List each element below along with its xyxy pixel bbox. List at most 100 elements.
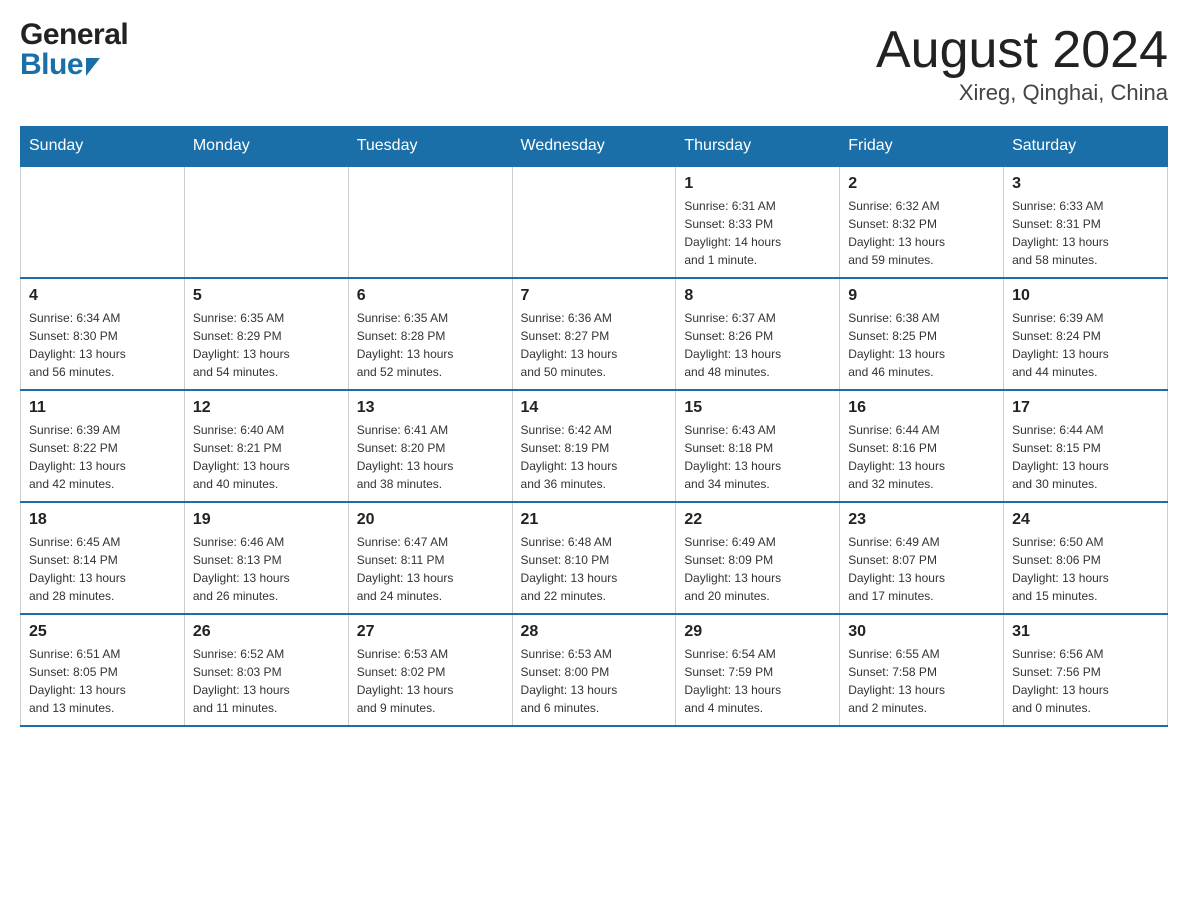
page-header: General Blue August 2024 Xireg, Qinghai,…: [20, 20, 1168, 106]
calendar-day-cell: 30 Sunrise: 6:55 AM Sunset: 7:58 PM Dayli…: [840, 614, 1004, 726]
calendar-day-cell: 13 Sunrise: 6:41 AM Sunset: 8:20 PM Dayli…: [348, 390, 512, 502]
day-info: Sunrise: 6:48 AM Sunset: 8:10 PM Dayligh…: [521, 533, 668, 605]
calendar-day-cell: 6 Sunrise: 6:35 AM Sunset: 8:28 PM Daylig…: [348, 278, 512, 390]
calendar-day-cell: 31 Sunrise: 6:56 AM Sunset: 7:56 PM Dayli…: [1004, 614, 1168, 726]
calendar-day-cell: 15Sunrise: 6:43 AM Sunset: 8:18 PM Dayli…: [676, 390, 840, 502]
weekday-header: Tuesday: [348, 127, 512, 167]
calendar-week-row: 4 Sunrise: 6:34 AM Sunset: 8:30 PM Daylig…: [21, 278, 1168, 390]
day-info: Sunrise: 6:31 AM Sunset: 8:33 PM Dayligh…: [684, 197, 831, 269]
calendar-week-row: 25 Sunrise: 6:51 AM Sunset: 8:05 PM Dayli…: [21, 614, 1168, 726]
day-info: Sunrise: 6:37 AM Sunset: 8:26 PM Dayligh…: [684, 309, 831, 381]
calendar-day-cell: 20Sunrise: 6:47 AM Sunset: 8:11 PM Dayli…: [348, 502, 512, 614]
weekday-header: Thursday: [676, 127, 840, 167]
calendar-day-cell: 8 Sunrise: 6:37 AM Sunset: 8:26 PM Daylig…: [676, 278, 840, 390]
day-number: 16: [848, 399, 995, 417]
day-info: Sunrise: 6:34 AM Sunset: 8:30 PM Dayligh…: [29, 309, 176, 381]
day-number: 2: [848, 175, 995, 193]
day-info: Sunrise: 6:55 AM Sunset: 7:58 PM Dayligh…: [848, 645, 995, 717]
day-info: Sunrise: 6:42 AM Sunset: 8:19 PM Dayligh…: [521, 421, 668, 493]
day-number: 14: [521, 399, 668, 417]
day-number: 26: [193, 623, 340, 641]
calendar-day-cell: 21Sunrise: 6:48 AM Sunset: 8:10 PM Dayli…: [512, 502, 676, 614]
day-number: 9: [848, 287, 995, 305]
day-number: 10: [1012, 287, 1159, 305]
calendar-day-cell: 23 Sunrise: 6:49 AM Sunset: 8:07 PM Dayli…: [840, 502, 1004, 614]
day-info: Sunrise: 6:39 AM Sunset: 8:24 PM Dayligh…: [1012, 309, 1159, 381]
calendar-day-cell: 14 Sunrise: 6:42 AM Sunset: 8:19 PM Dayli…: [512, 390, 676, 502]
day-info: Sunrise: 6:39 AM Sunset: 8:22 PM Dayligh…: [29, 421, 176, 493]
calendar-day-cell: 19 Sunrise: 6:46 AM Sunset: 8:13 PM Dayli…: [184, 502, 348, 614]
weekday-header: Saturday: [1004, 127, 1168, 167]
day-info: Sunrise: 6:56 AM Sunset: 7:56 PM Dayligh…: [1012, 645, 1159, 717]
day-number: 19: [193, 511, 340, 529]
calendar-day-cell: 7Sunrise: 6:36 AM Sunset: 8:27 PM Daylig…: [512, 278, 676, 390]
calendar-day-cell: [21, 166, 185, 278]
day-info: Sunrise: 6:53 AM Sunset: 8:00 PM Dayligh…: [521, 645, 668, 717]
day-number: 31: [1012, 623, 1159, 641]
day-number: 11: [29, 399, 176, 417]
day-info: Sunrise: 6:44 AM Sunset: 8:16 PM Dayligh…: [848, 421, 995, 493]
calendar-day-cell: 10 Sunrise: 6:39 AM Sunset: 8:24 PM Dayli…: [1004, 278, 1168, 390]
day-number: 1: [684, 175, 831, 193]
day-info: Sunrise: 6:41 AM Sunset: 8:20 PM Dayligh…: [357, 421, 504, 493]
day-number: 23: [848, 511, 995, 529]
day-info: Sunrise: 6:49 AM Sunset: 8:09 PM Dayligh…: [684, 533, 831, 605]
day-info: Sunrise: 6:51 AM Sunset: 8:05 PM Dayligh…: [29, 645, 176, 717]
calendar-day-cell: 18 Sunrise: 6:45 AM Sunset: 8:14 PM Dayli…: [21, 502, 185, 614]
day-info: Sunrise: 6:46 AM Sunset: 8:13 PM Dayligh…: [193, 533, 340, 605]
day-number: 13: [357, 399, 504, 417]
day-number: 27: [357, 623, 504, 641]
calendar-day-cell: 28 Sunrise: 6:53 AM Sunset: 8:00 PM Dayli…: [512, 614, 676, 726]
day-number: 29: [684, 623, 831, 641]
calendar-day-cell: 5Sunrise: 6:35 AM Sunset: 8:29 PM Daylig…: [184, 278, 348, 390]
calendar-day-cell: 3 Sunrise: 6:33 AM Sunset: 8:31 PM Daylig…: [1004, 166, 1168, 278]
day-number: 28: [521, 623, 668, 641]
logo: General Blue: [20, 20, 128, 80]
day-info: Sunrise: 6:33 AM Sunset: 8:31 PM Dayligh…: [1012, 197, 1159, 269]
title-block: August 2024 Xireg, Qinghai, China: [876, 20, 1168, 106]
day-number: 5: [193, 287, 340, 305]
day-number: 3: [1012, 175, 1159, 193]
day-number: 20: [357, 511, 504, 529]
calendar-week-row: 1 Sunrise: 6:31 AM Sunset: 8:33 PM Daylig…: [21, 166, 1168, 278]
location-title: Xireg, Qinghai, China: [876, 80, 1168, 106]
calendar-day-cell: [348, 166, 512, 278]
logo-general: General: [20, 20, 128, 50]
day-info: Sunrise: 6:54 AM Sunset: 7:59 PM Dayligh…: [684, 645, 831, 717]
calendar-week-row: 11 Sunrise: 6:39 AM Sunset: 8:22 PM Dayli…: [21, 390, 1168, 502]
calendar-header-row: SundayMondayTuesdayWednesdayThursdayFrid…: [21, 127, 1168, 167]
day-info: Sunrise: 6:43 AM Sunset: 8:18 PM Dayligh…: [684, 421, 831, 493]
day-number: 18: [29, 511, 176, 529]
day-info: Sunrise: 6:50 AM Sunset: 8:06 PM Dayligh…: [1012, 533, 1159, 605]
calendar-day-cell: 16 Sunrise: 6:44 AM Sunset: 8:16 PM Dayli…: [840, 390, 1004, 502]
day-number: 30: [848, 623, 995, 641]
calendar-day-cell: 25 Sunrise: 6:51 AM Sunset: 8:05 PM Dayli…: [21, 614, 185, 726]
day-number: 12: [193, 399, 340, 417]
day-info: Sunrise: 6:49 AM Sunset: 8:07 PM Dayligh…: [848, 533, 995, 605]
weekday-header: Sunday: [21, 127, 185, 167]
month-title: August 2024: [876, 20, 1168, 80]
calendar-week-row: 18 Sunrise: 6:45 AM Sunset: 8:14 PM Dayli…: [21, 502, 1168, 614]
weekday-header: Friday: [840, 127, 1004, 167]
day-number: 4: [29, 287, 176, 305]
day-info: Sunrise: 6:35 AM Sunset: 8:28 PM Dayligh…: [357, 309, 504, 381]
logo-blue: Blue: [20, 50, 83, 80]
calendar-day-cell: 26Sunrise: 6:52 AM Sunset: 8:03 PM Dayli…: [184, 614, 348, 726]
day-number: 6: [357, 287, 504, 305]
day-info: Sunrise: 6:32 AM Sunset: 8:32 PM Dayligh…: [848, 197, 995, 269]
day-info: Sunrise: 6:38 AM Sunset: 8:25 PM Dayligh…: [848, 309, 995, 381]
calendar-day-cell: 17Sunrise: 6:44 AM Sunset: 8:15 PM Dayli…: [1004, 390, 1168, 502]
day-number: 17: [1012, 399, 1159, 417]
day-number: 8: [684, 287, 831, 305]
day-number: 22: [684, 511, 831, 529]
day-number: 25: [29, 623, 176, 641]
calendar-day-cell: 4 Sunrise: 6:34 AM Sunset: 8:30 PM Daylig…: [21, 278, 185, 390]
weekday-header: Wednesday: [512, 127, 676, 167]
calendar-day-cell: 12Sunrise: 6:40 AM Sunset: 8:21 PM Dayli…: [184, 390, 348, 502]
calendar-day-cell: 27Sunrise: 6:53 AM Sunset: 8:02 PM Dayli…: [348, 614, 512, 726]
logo-arrow-icon: [86, 58, 100, 76]
calendar-day-cell: 29 Sunrise: 6:54 AM Sunset: 7:59 PM Dayli…: [676, 614, 840, 726]
day-info: Sunrise: 6:45 AM Sunset: 8:14 PM Dayligh…: [29, 533, 176, 605]
calendar-day-cell: 22 Sunrise: 6:49 AM Sunset: 8:09 PM Dayli…: [676, 502, 840, 614]
weekday-header: Monday: [184, 127, 348, 167]
